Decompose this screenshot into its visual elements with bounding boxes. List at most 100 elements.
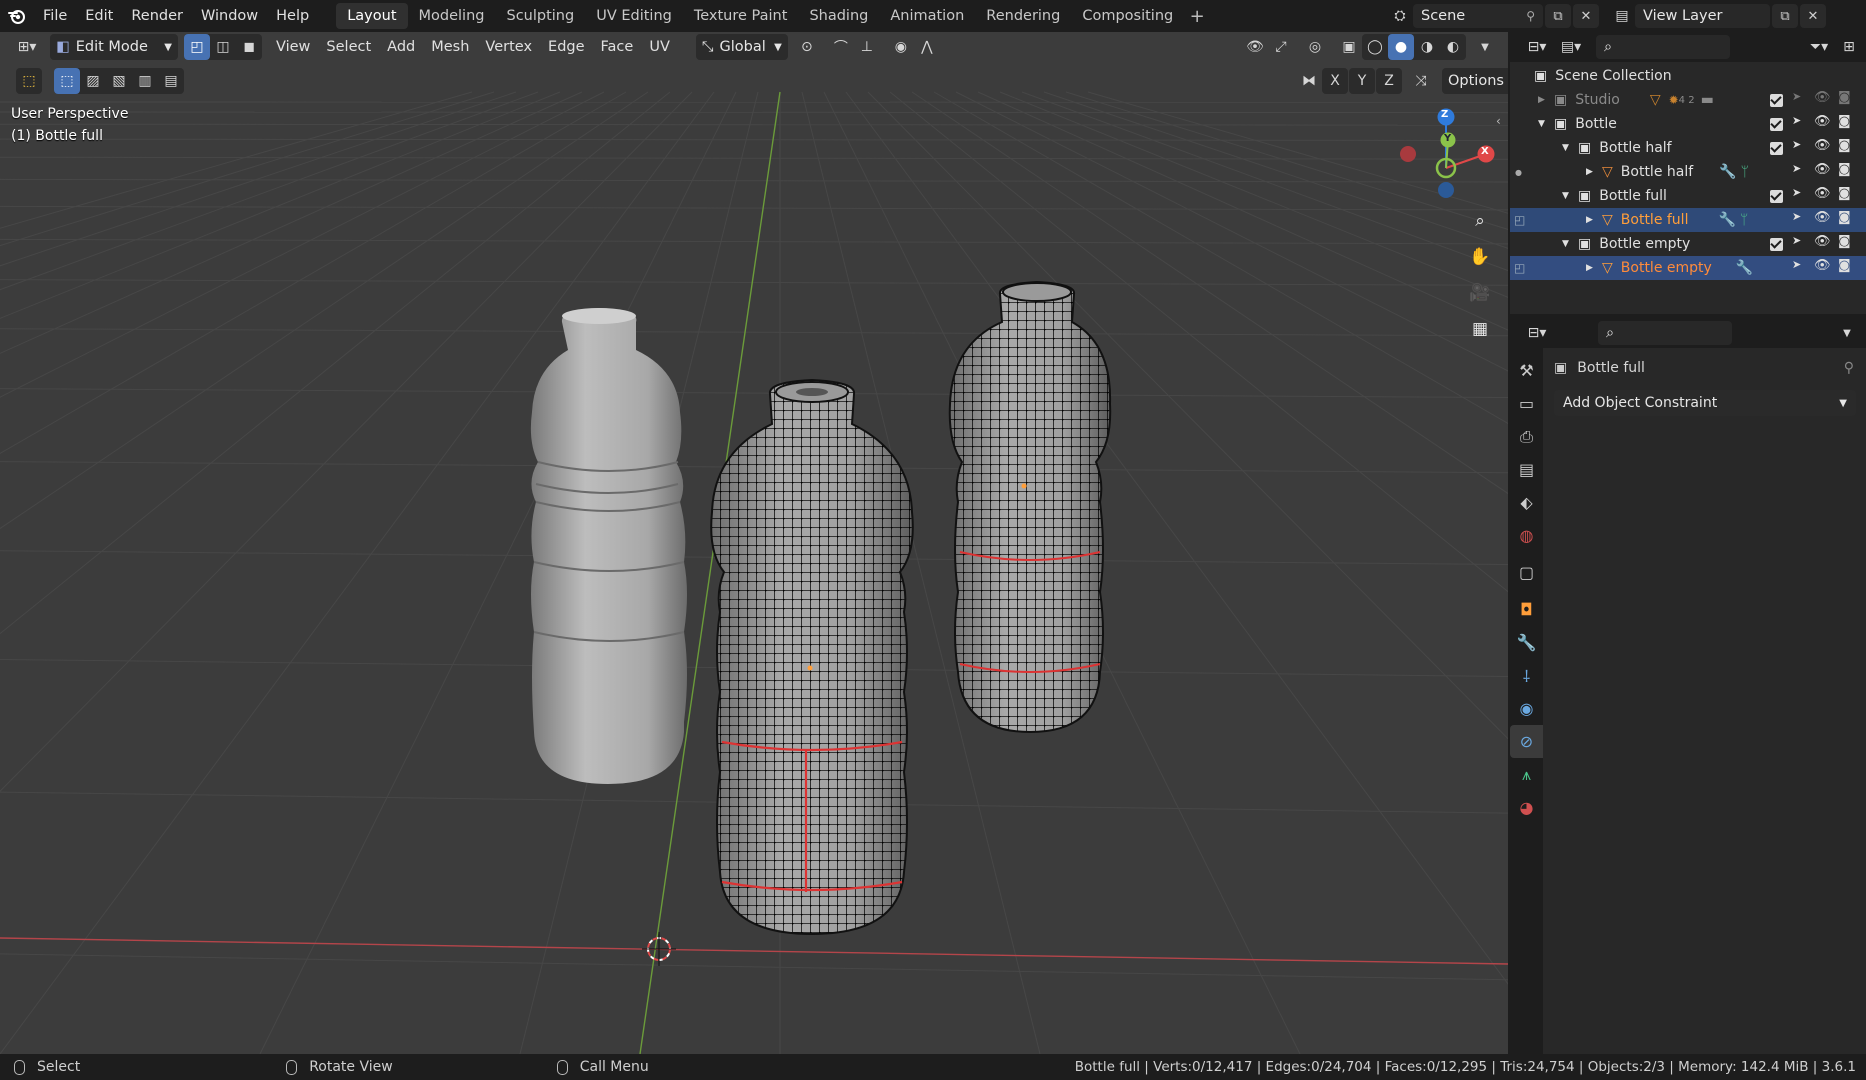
options-dropdown[interactable]: Options ▼ xyxy=(1442,68,1508,94)
outliner-search-input[interactable]: ⌕ xyxy=(1596,35,1730,59)
particles-tab-icon[interactable]: ⸸ xyxy=(1510,659,1543,692)
subtract-selection-icon[interactable]: ▧ xyxy=(106,68,132,94)
select-arrow-icon[interactable]: ➤ xyxy=(1792,210,1801,223)
invert-selection-icon[interactable]: ▥ xyxy=(132,68,158,94)
camera-icon[interactable]: ◙ xyxy=(1838,210,1851,225)
camera-icon[interactable]: ◙ xyxy=(1838,90,1851,105)
transform-orientation-dropdown[interactable]: ⤡ Global ▼ xyxy=(695,34,788,60)
display-mode-icon[interactable]: ▤▾ xyxy=(1554,34,1588,60)
select-arrow-icon[interactable]: ➤ xyxy=(1792,138,1801,151)
camera-icon[interactable]: ◙ xyxy=(1838,162,1851,177)
world-tab-icon[interactable]: ◍ xyxy=(1510,519,1543,552)
menu-render[interactable]: Render xyxy=(122,0,192,32)
physics-tab-icon[interactable]: ◉ xyxy=(1510,692,1543,725)
gizmo-neg-x-icon[interactable] xyxy=(1400,146,1416,162)
exclude-checkbox[interactable] xyxy=(1770,94,1783,107)
camera-icon[interactable]: ◙ xyxy=(1838,114,1851,129)
bottle-full-mesh[interactable] xyxy=(710,378,914,936)
xray-icon[interactable]: ▣ xyxy=(1336,34,1362,60)
collection-tab-icon[interactable]: ▢ xyxy=(1510,556,1543,589)
topology-mirror-icon[interactable]: ⤨ xyxy=(1408,68,1434,94)
select-box-tool-icon[interactable]: ⬚ xyxy=(16,68,42,94)
delete-view-layer-icon[interactable]: ✕ xyxy=(1800,4,1826,28)
select-arrow-icon[interactable]: ➤ xyxy=(1792,186,1801,199)
snap-target-icon[interactable]: ⊥ xyxy=(854,34,880,60)
tab-rendering[interactable]: Rendering xyxy=(975,3,1071,29)
expand-arrow-icon[interactable]: ▶ xyxy=(1586,215,1598,225)
tab-layout[interactable]: Layout xyxy=(336,3,408,29)
rendered-shading-icon[interactable]: ◐ xyxy=(1440,34,1466,60)
tab-modeling[interactable]: Modeling xyxy=(408,3,496,29)
menu-file[interactable]: File xyxy=(34,0,76,32)
shading-options-icon[interactable]: ▼ xyxy=(1472,34,1498,60)
eye-icon[interactable]: 👁 xyxy=(1814,138,1831,153)
collapse-arrow-icon[interactable]: ▼ xyxy=(1562,191,1574,201)
outliner-row-bottle-half-collection[interactable]: ▼ ▣ Bottle half xyxy=(1510,136,1866,160)
3d-cursor-icon[interactable] xyxy=(642,932,676,966)
tab-compositing[interactable]: Compositing xyxy=(1071,3,1184,29)
menu-vertex[interactable]: Vertex xyxy=(477,34,540,60)
falloff-icon[interactable]: ⋀ xyxy=(914,34,940,60)
view-layer-icon[interactable]: ▤ xyxy=(1609,3,1635,29)
properties-options-icon[interactable]: ▼ xyxy=(1834,320,1860,346)
tab-shading[interactable]: Shading xyxy=(798,3,879,29)
scene-tab-icon[interactable]: ⬖ xyxy=(1510,486,1543,519)
mirror-x-toggle[interactable]: X xyxy=(1322,68,1348,94)
collapse-arrow-icon[interactable]: ▼ xyxy=(1562,143,1574,153)
expand-arrow-icon[interactable]: ▶ xyxy=(1586,263,1598,273)
menu-uv[interactable]: UV xyxy=(641,34,678,60)
select-arrow-icon[interactable]: ➤ xyxy=(1792,90,1801,103)
outliner-row-studio[interactable]: ▶ ▣ Studio ▽ ✹ 4 2 ▬ xyxy=(1510,88,1866,112)
view-layer-field[interactable]: View Layer xyxy=(1635,4,1770,28)
extend-selection-icon[interactable]: ▨ xyxy=(80,68,106,94)
viewport-canvas[interactable] xyxy=(0,32,1508,1054)
scene-name-field[interactable]: Scene ⚲ xyxy=(1413,4,1543,28)
mirror-icon[interactable]: ⧓ xyxy=(1296,68,1322,94)
outliner-row-bottle-empty-object[interactable]: ◰ ▶ ▽ Bottle empty 🔧 xyxy=(1510,256,1866,280)
menu-help[interactable]: Help xyxy=(267,0,318,32)
visibility-icon[interactable]: 👁 xyxy=(1242,34,1268,60)
snap-icon[interactable]: ⌒ xyxy=(828,34,854,60)
pin-icon[interactable]: ⚲ xyxy=(1526,9,1535,23)
outliner-row-bottle-full-object[interactable]: ◰ ▶ ▽ Bottle full 🔧 ᛘ xyxy=(1510,208,1866,232)
menu-window[interactable]: Window xyxy=(192,0,267,32)
expand-arrow-icon[interactable]: ▶ xyxy=(1538,95,1550,105)
menu-view[interactable]: View xyxy=(268,34,318,60)
menu-face[interactable]: Face xyxy=(593,34,642,60)
outliner-editor-type-icon[interactable]: ⊟▾ xyxy=(1520,34,1554,60)
filter-icon[interactable]: ⏷▾ xyxy=(1802,34,1836,60)
sidebar-toggle-icon[interactable]: ‹ xyxy=(1496,114,1501,128)
overlays-icon[interactable]: ◎ xyxy=(1302,34,1328,60)
new-view-layer-icon[interactable]: ⧉ xyxy=(1772,4,1798,28)
output-tab-icon[interactable]: ⎙ xyxy=(1510,420,1543,453)
outliner-row-scene-collection[interactable]: ▣ Scene Collection xyxy=(1510,64,1866,88)
mirror-y-toggle[interactable]: Y xyxy=(1349,68,1375,94)
gizmo-toggle-icon[interactable]: ⤢ xyxy=(1268,34,1294,60)
delete-scene-icon[interactable]: ✕ xyxy=(1573,4,1599,28)
proportional-edit-icon[interactable]: ◉ xyxy=(888,34,914,60)
eye-icon[interactable]: 👁 xyxy=(1814,114,1831,129)
eye-icon[interactable]: 👁 xyxy=(1814,234,1831,249)
collapse-arrow-icon[interactable]: ▼ xyxy=(1562,239,1574,249)
view-layer-tab-icon[interactable]: ▤ xyxy=(1510,453,1543,486)
menu-add[interactable]: Add xyxy=(379,34,423,60)
new-collection-icon[interactable]: ⊞ xyxy=(1836,34,1862,60)
tab-sculpting[interactable]: Sculpting xyxy=(495,3,585,29)
menu-select[interactable]: Select xyxy=(318,34,379,60)
outliner-row-bottle-full-collection[interactable]: ▼ ▣ Bottle full xyxy=(1510,184,1866,208)
eye-icon[interactable]: 👁 xyxy=(1814,90,1831,105)
tab-uv-editing[interactable]: UV Editing xyxy=(585,3,683,29)
render-tab-icon[interactable]: ▭ xyxy=(1510,387,1543,420)
mesh-data-tab-icon[interactable]: ⩚ xyxy=(1510,758,1543,791)
new-scene-icon[interactable]: ⧉ xyxy=(1545,4,1571,28)
scene-icon[interactable]: ⛭ xyxy=(1387,3,1413,29)
edit-mode-toggle-icon[interactable]: ◰ xyxy=(1514,213,1525,227)
zoom-icon[interactable]: ⌕ xyxy=(1465,206,1495,236)
wireframe-shading-icon[interactable]: ◯ xyxy=(1362,34,1388,60)
camera-view-icon[interactable]: 🎥 xyxy=(1465,278,1495,308)
collapse-arrow-icon[interactable]: ▼ xyxy=(1538,119,1550,129)
mirror-z-toggle[interactable]: Z xyxy=(1376,68,1402,94)
eye-icon[interactable]: 👁 xyxy=(1814,210,1831,225)
object-tab-icon[interactable]: ◘ xyxy=(1510,593,1543,626)
eye-icon[interactable]: 👁 xyxy=(1814,186,1831,201)
